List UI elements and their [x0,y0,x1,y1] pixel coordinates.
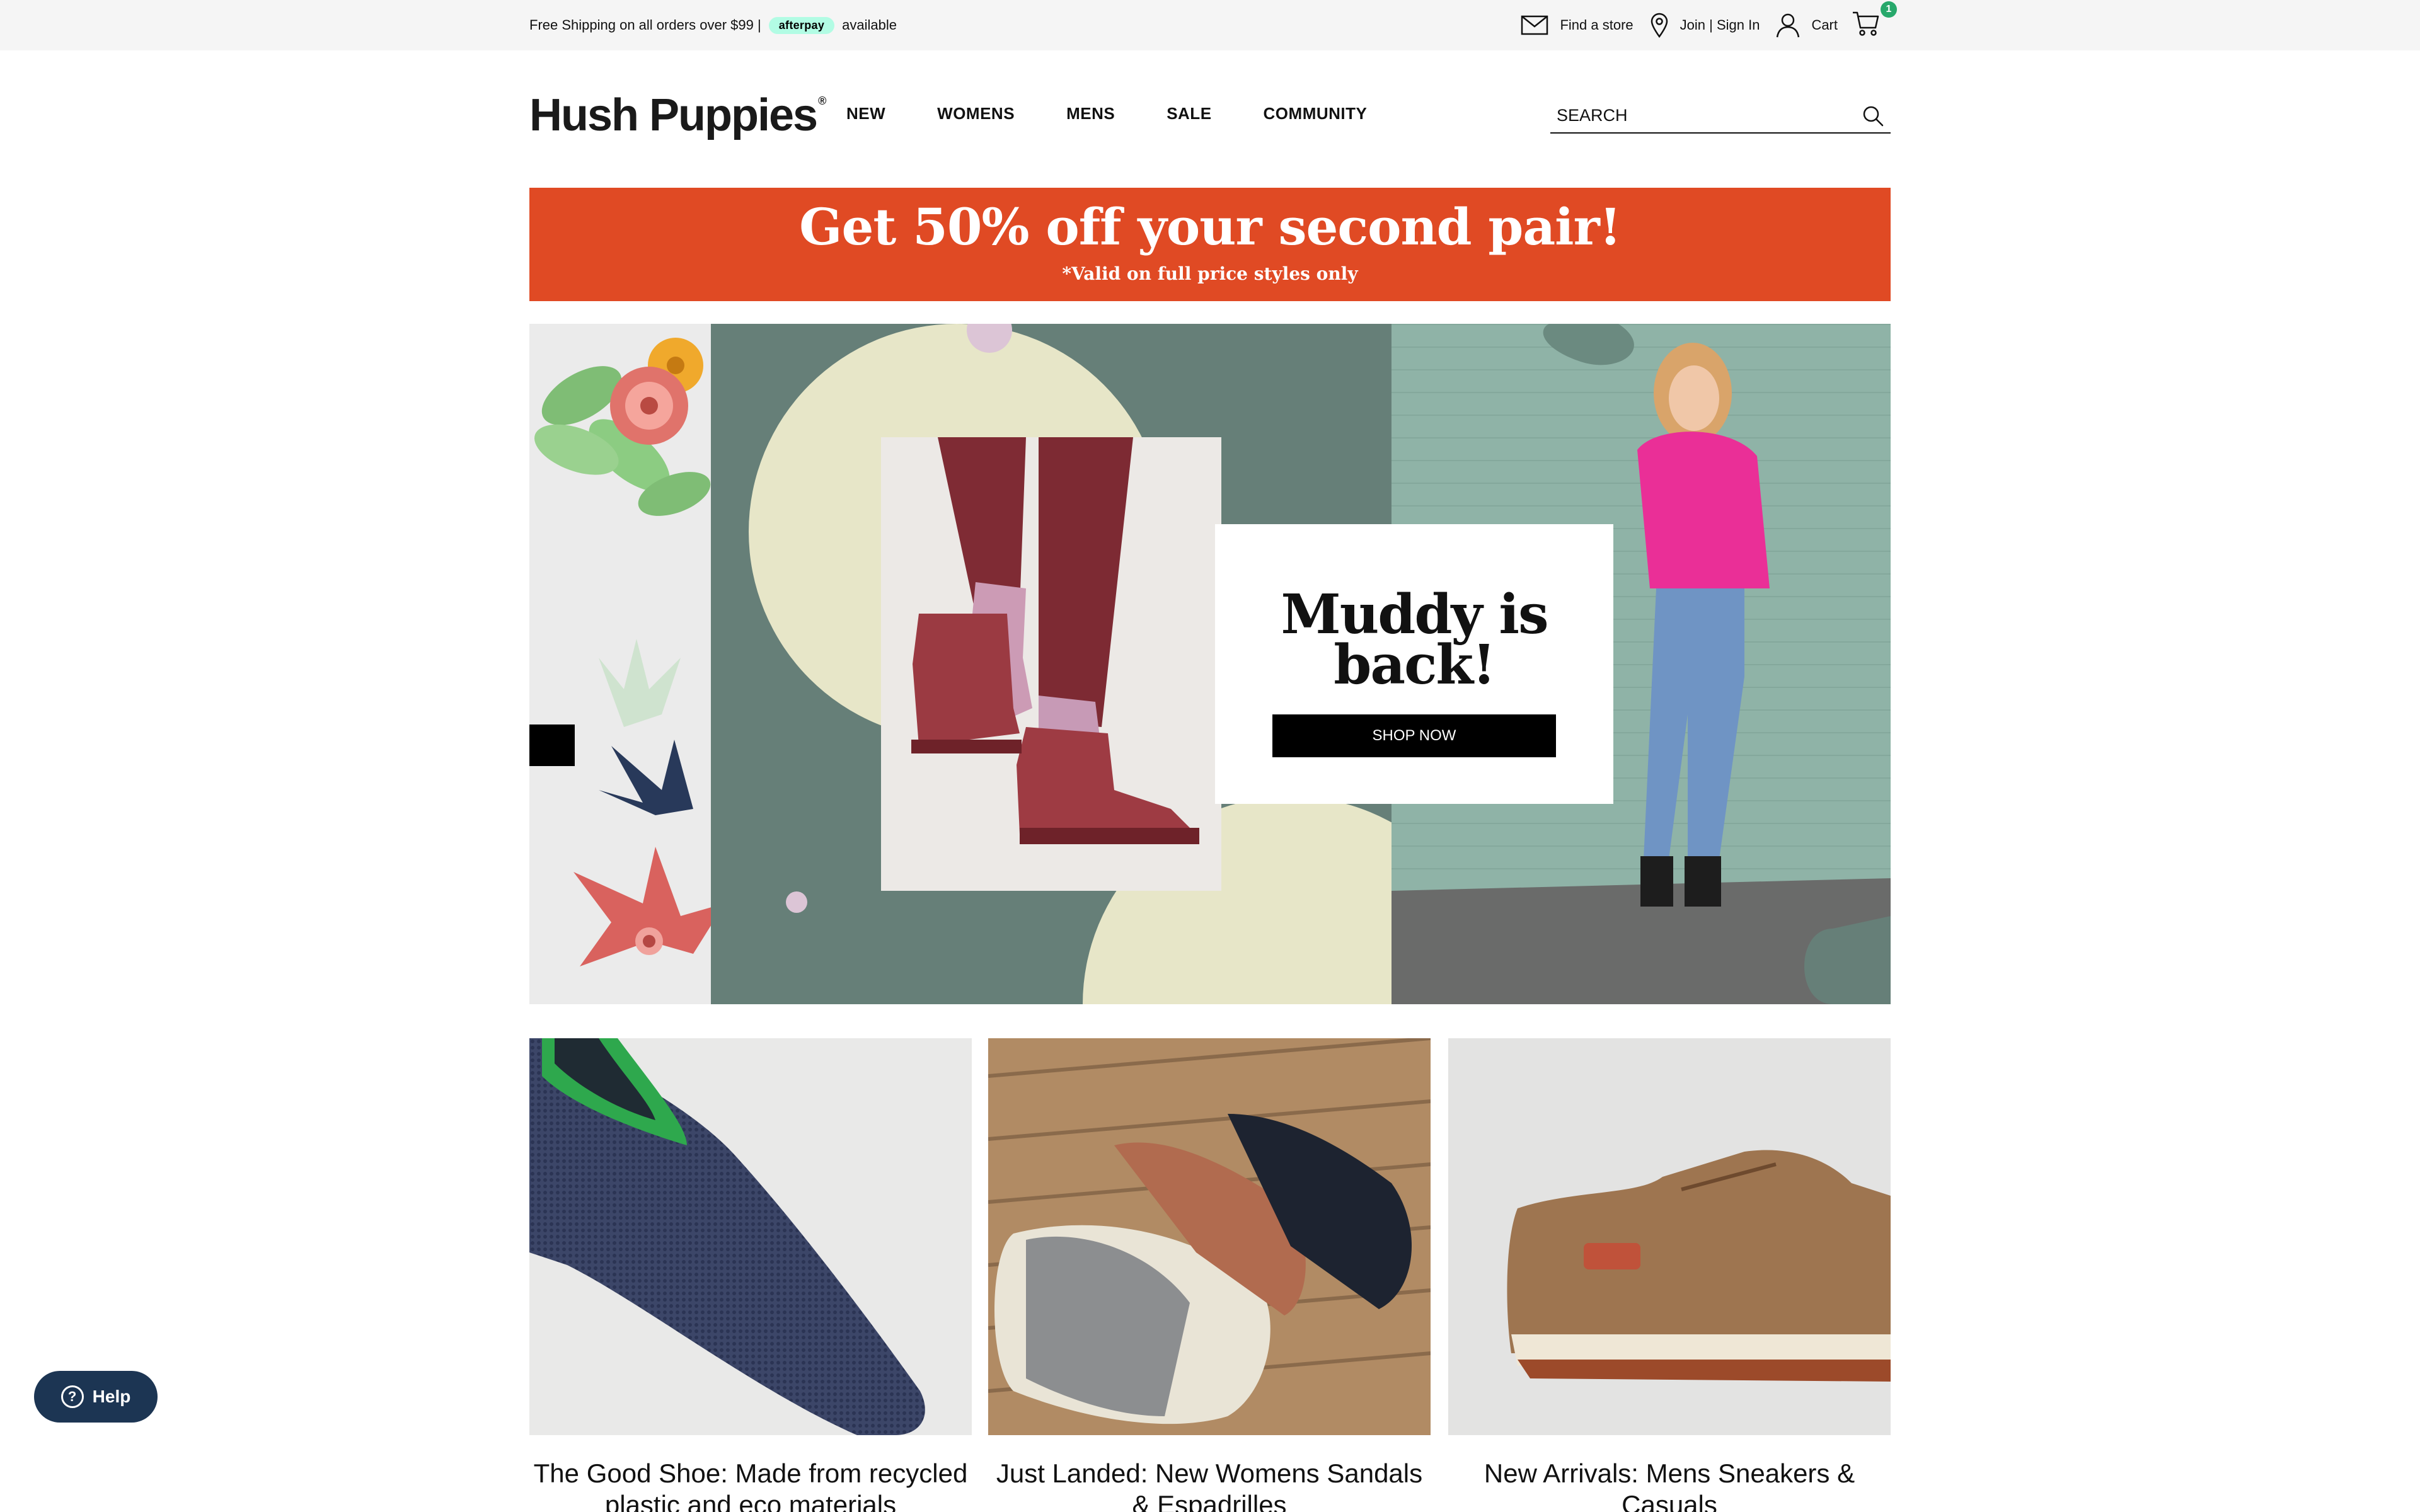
carousel-prev-button[interactable] [529,724,575,766]
promo-title: Get 50% off your second pair! [799,197,1622,256]
help-label: Help [92,1387,131,1406]
logo-text: Hush Puppies [529,90,818,140]
afterpay-badge: afterpay [768,16,835,34]
tile-good-shoe-image[interactable] [529,1038,972,1435]
logo-mark: ® [818,94,826,107]
search-input[interactable] [1550,105,1847,125]
join-sign-in-link[interactable]: Join | Sign In [1650,13,1760,38]
cart-count-badge: 1 [1881,1,1897,18]
help-icon: ? [60,1385,84,1408]
brand-logo[interactable]: Hush Puppies ® [529,89,826,141]
user-icon [1777,13,1800,38]
hero-headline: Muddy is back! [1281,583,1549,697]
tile-mens-sneakers[interactable]: New Arrivals: Mens Sneakers & Casuals [1448,1038,1891,1512]
cart-icon [1853,11,1879,36]
category-tiles: The Good Shoe: Made from recycled plasti… [529,1038,1891,1512]
tile-mens-sneakers-image[interactable] [1448,1038,1891,1435]
search-icon[interactable] [1862,105,1884,127]
help-button[interactable]: ? Help [34,1371,158,1423]
tile-womens-sandals-image[interactable] [988,1038,1431,1435]
shipping-notice: Free Shipping on all orders over $99 | a… [529,0,897,50]
utility-bar: Free Shipping on all orders over $99 | a… [0,0,2420,50]
nav-item-womens[interactable]: WOMENS [937,104,1015,123]
utility-links: Find a store Join | Sign In Cart 1 [1504,0,1897,50]
nav-item-new[interactable]: NEW [846,104,885,123]
boots-illustration [881,437,1221,891]
tile-mens-sneakers-caption[interactable]: New Arrivals: Mens Sneakers & Casuals [1448,1458,1891,1512]
afterpay-suffix: available [842,17,897,33]
nav-item-sale[interactable]: SALE [1167,104,1211,123]
hero-text-card: Muddy is back! SHOP NOW [1215,524,1613,804]
mail-icon [1521,15,1548,35]
promo-banner[interactable]: Get 50% off your second pair! *Valid on … [529,188,1891,301]
cart-label: Cart [1811,17,1838,33]
join-sign-in-label: Join | Sign In [1680,17,1760,33]
tile-womens-sandals[interactable]: Just Landed: New Womens Sandals & Espadr… [988,1038,1431,1512]
promo-subtitle: *Valid on full price styles only [1062,263,1358,284]
find-store-label: Find a store [1560,17,1634,33]
shop-now-button[interactable]: SHOP NOW [1272,714,1556,757]
location-pin-icon [1651,13,1668,38]
paper-flowers-illustration [534,338,711,966]
nav-item-community[interactable]: COMMUNITY [1264,104,1368,123]
cart-link[interactable]: Cart 1 [1776,1,1897,40]
sandals-illustration [988,1038,1431,1435]
boots-product-image[interactable] [881,437,1221,891]
tile-good-shoe-caption[interactable]: The Good Shoe: Made from recycled plasti… [529,1458,972,1512]
tile-womens-sandals-caption[interactable]: Just Landed: New Womens Sandals & Espadr… [988,1458,1431,1512]
cart-button[interactable]: 1 [1852,1,1897,40]
shipping-text: Free Shipping on all orders over $99 | [529,17,761,33]
hero-carousel[interactable]: Muddy is back! SHOP NOW [529,324,1891,1004]
search-bar [1550,98,1891,134]
nav-item-mens[interactable]: MENS [1066,104,1115,123]
mens-shoe-illustration [1448,1038,1891,1435]
knit-flat-illustration [529,1038,972,1435]
hero-flower-panel [529,324,711,1004]
main-nav: NEW WOMENS MENS SALE COMMUNITY [846,76,1419,151]
find-store-link[interactable]: Find a store [1521,15,1634,35]
tile-good-shoe[interactable]: The Good Shoe: Made from recycled plasti… [529,1038,972,1512]
main-header: Hush Puppies ® NEW WOMENS MENS SALE COMMU… [529,76,1891,151]
